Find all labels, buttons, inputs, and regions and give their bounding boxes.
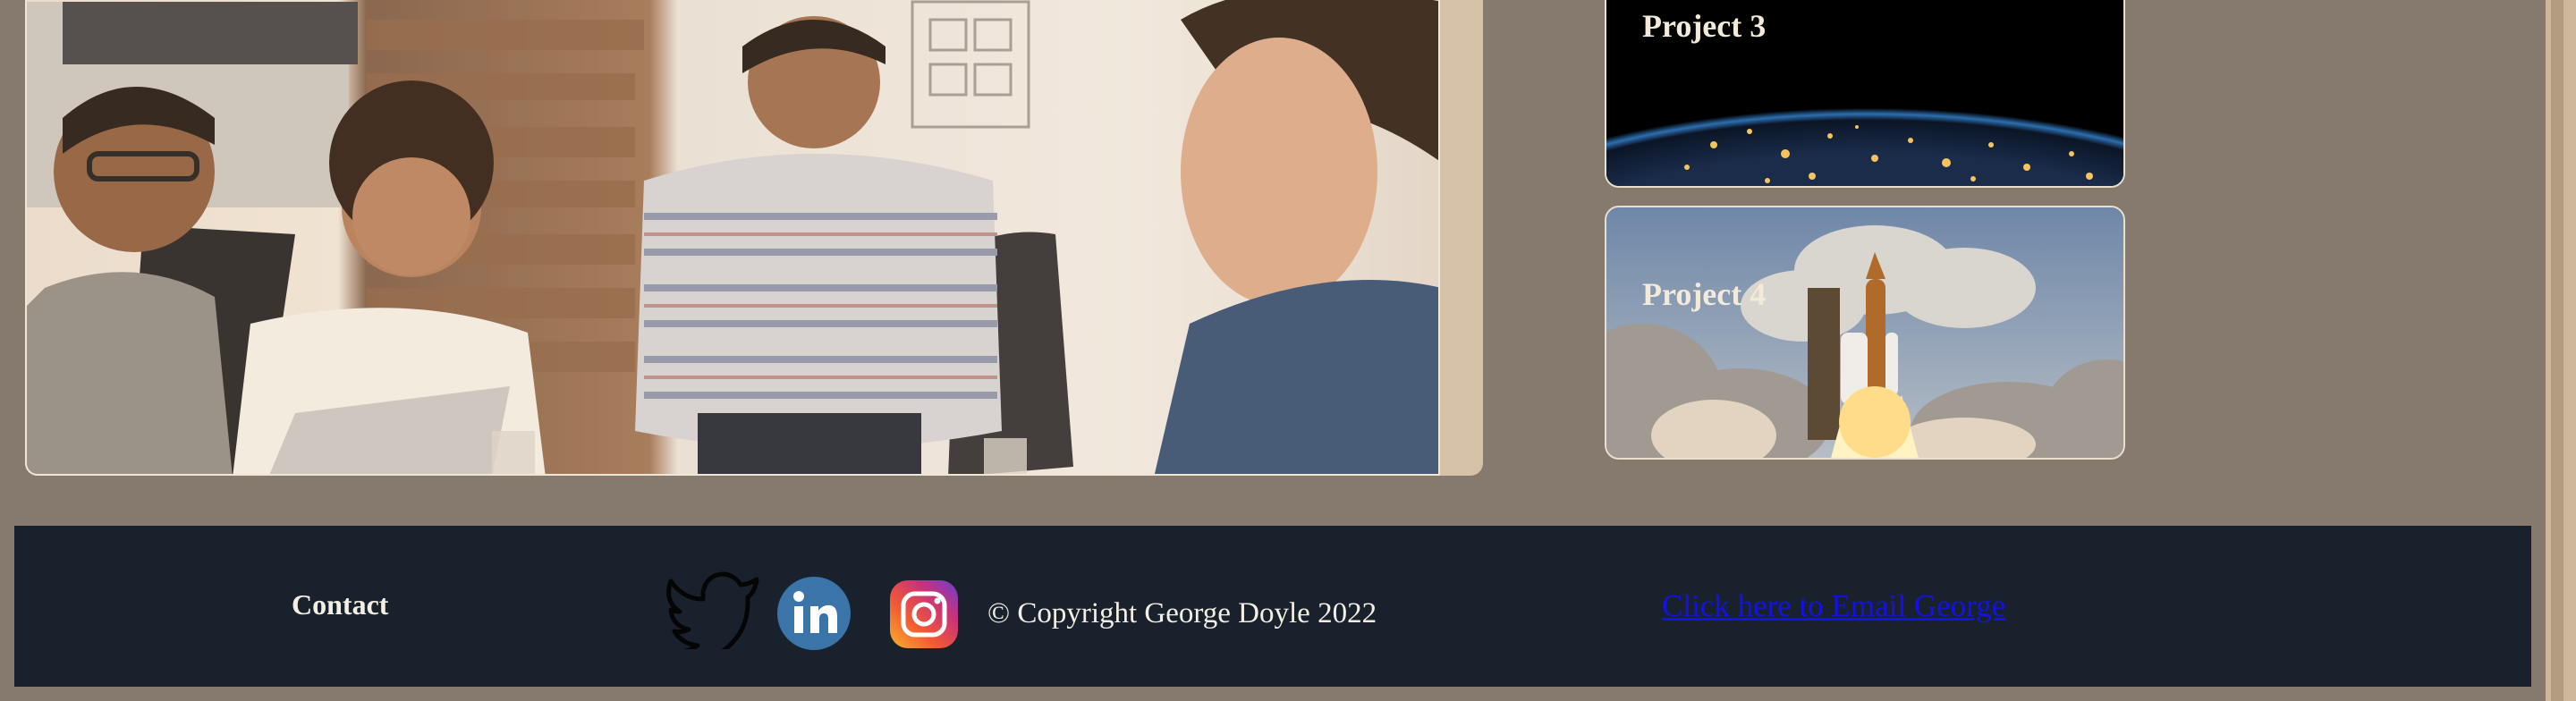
project-4-label: Project 4 <box>1642 276 1767 312</box>
twitter-icon[interactable] <box>663 570 760 663</box>
hero-card <box>25 0 1483 476</box>
project-3-label: Project 3 <box>1642 8 1767 44</box>
footer: Contact © Copyright George Doyle 2022 Cl… <box>14 526 2531 687</box>
contact-heading: Contact <box>292 588 389 621</box>
email-george-link[interactable]: Click here to Email George <box>1662 588 2005 624</box>
instagram-icon[interactable] <box>889 579 959 649</box>
copyright-text: © Copyright George Doyle 2022 <box>987 597 1377 629</box>
page-edge-frame <box>2546 0 2576 701</box>
linkedin-icon[interactable] <box>776 576 852 651</box>
project-card-3[interactable]: Project 3 <box>1605 0 2125 188</box>
shuttle-launch-image <box>1606 207 2123 458</box>
team-meeting-photo <box>25 0 1440 476</box>
project-card-4[interactable]: Project 4 <box>1605 206 2125 460</box>
